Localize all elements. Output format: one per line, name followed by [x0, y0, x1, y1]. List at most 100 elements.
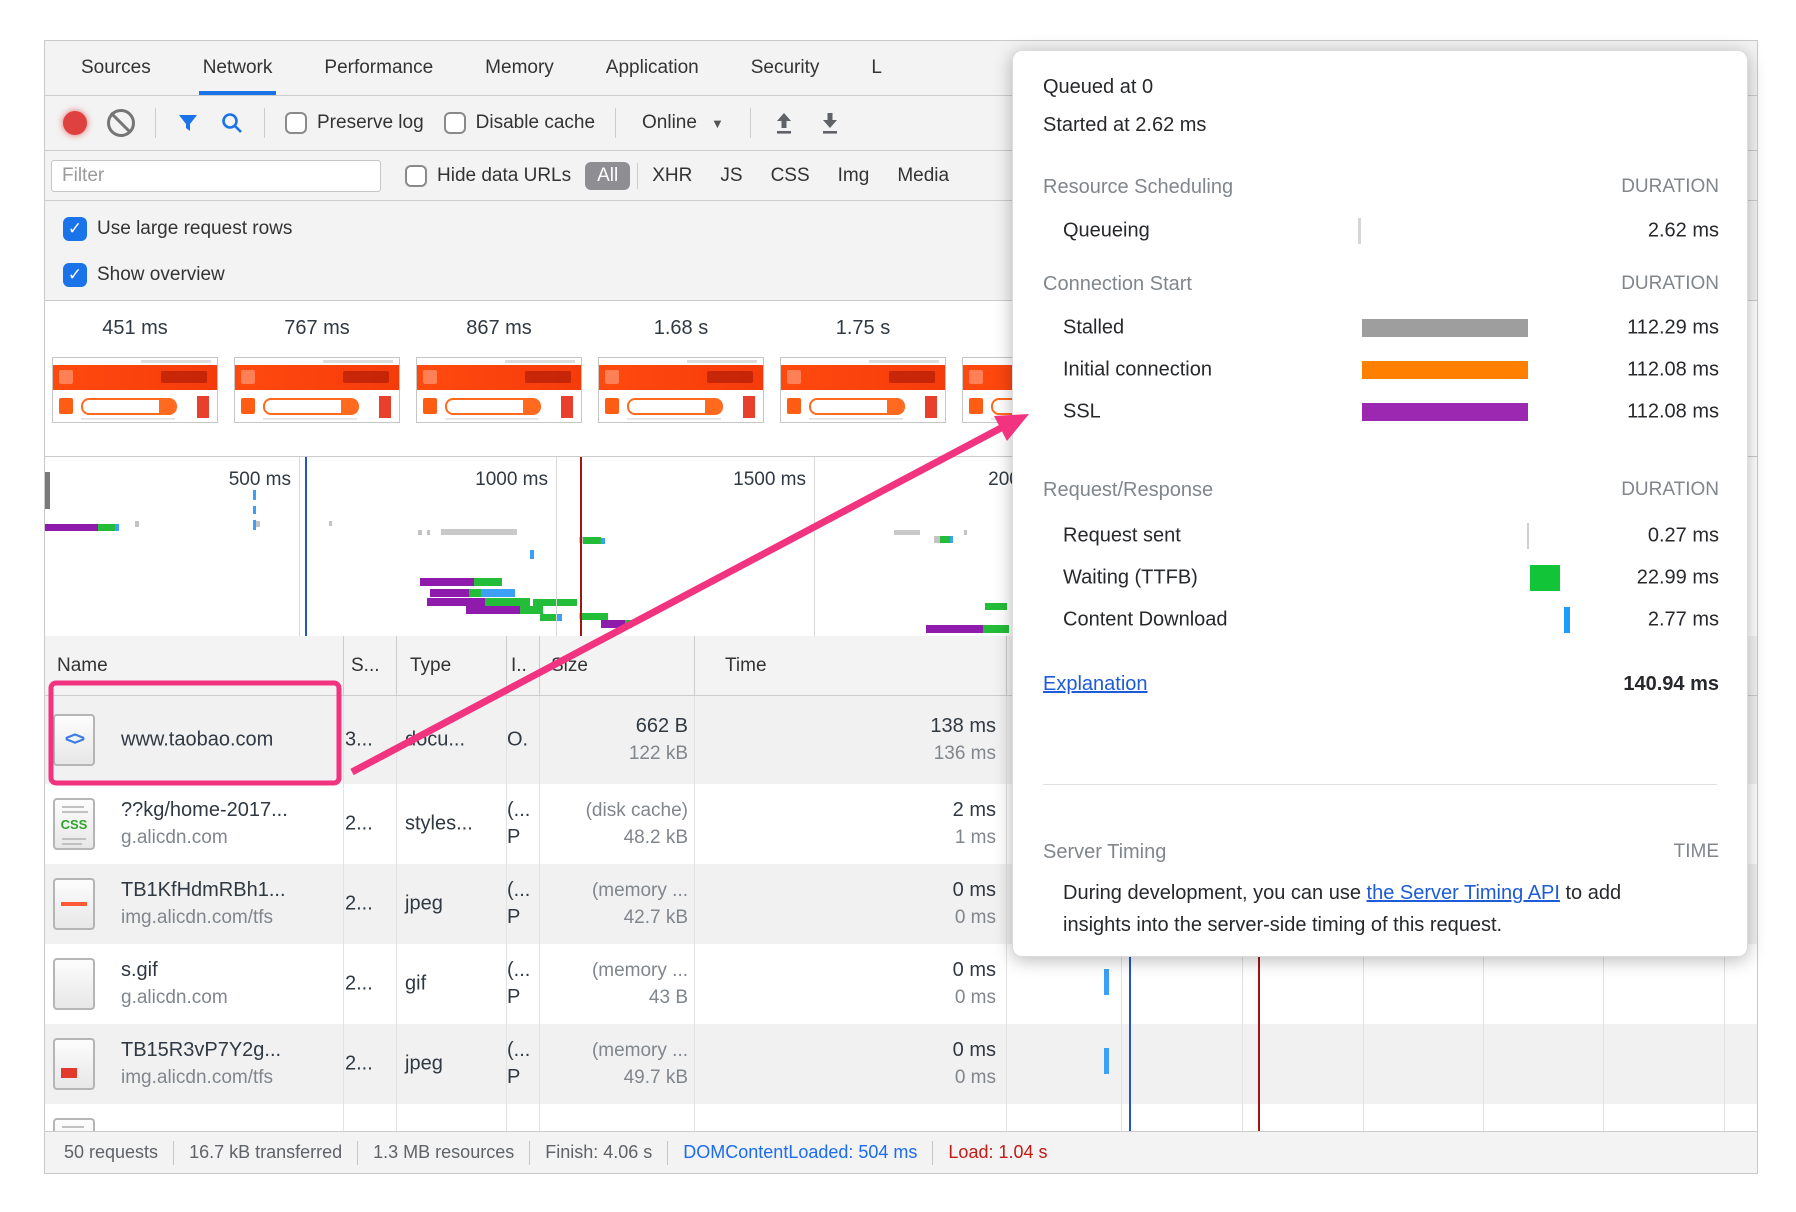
overview-waterfall-bar — [985, 603, 1007, 610]
tab-application[interactable]: Application — [602, 41, 703, 95]
hint-text: During development, you can use — [1063, 882, 1367, 904]
column-header-status[interactable]: S... — [351, 636, 380, 696]
server-timing-api-link[interactable]: the Server Timing API — [1367, 882, 1560, 904]
filter-pill-css[interactable]: CSS — [764, 162, 817, 190]
toolbar-divider — [749, 108, 751, 138]
timing-value: 112.08 ms — [1627, 400, 1719, 423]
clear-icon[interactable] — [107, 109, 135, 137]
overview-waterfall-bar — [45, 524, 98, 531]
resource-scheduling-section: Resource Scheduling DURATION — [1013, 176, 1747, 206]
request-time: 0 ms — [952, 879, 996, 901]
request-latency: 136 ms — [933, 743, 996, 764]
section-title: Server Timing — [1043, 841, 1167, 863]
section-title: Connection Start — [1043, 273, 1192, 295]
record-button[interactable] — [63, 111, 87, 135]
filmstrip-thumbnail[interactable] — [52, 357, 218, 423]
show-overview-checkbox[interactable]: Show overview — [63, 263, 225, 287]
tab-memory[interactable]: Memory — [481, 41, 558, 95]
tab-performance[interactable]: Performance — [320, 41, 437, 95]
stylesheet-icon — [53, 798, 95, 850]
checkbox-checked-icon — [63, 263, 87, 287]
overview-waterfall-bar — [135, 521, 139, 527]
overview-waterfall-bar — [253, 506, 256, 514]
overview-waterfall-bar — [418, 530, 422, 535]
totals-row: Explanation 140.94 ms — [1013, 673, 1747, 703]
request-size-uncompressed: 49.7 kB — [623, 1067, 688, 1088]
request-name: ??kg/home-2017... — [121, 799, 288, 821]
throttling-value: Online — [642, 112, 697, 133]
overview-waterfall-bar — [950, 536, 953, 543]
import-har-icon[interactable] — [771, 110, 797, 136]
column-header-initiator[interactable]: I.. — [511, 636, 527, 696]
request-domain: img.alicdn.com/tfs — [121, 907, 274, 928]
filmstrip-frame: 867 ms — [416, 317, 582, 456]
column-divider — [1006, 636, 1007, 695]
tab-sources[interactable]: Sources — [77, 41, 155, 95]
filmstrip-thumbnail[interactable] — [780, 357, 946, 423]
request-status: 3... — [345, 728, 373, 751]
column-header-size[interactable]: Size — [551, 636, 588, 696]
overview-waterfall-bar — [115, 524, 119, 531]
filter-pill-all[interactable]: All — [585, 161, 631, 190]
overview-waterfall-bar — [253, 490, 256, 500]
toolbar-divider — [155, 108, 156, 138]
filter-pill-js[interactable]: JS — [713, 162, 749, 190]
timing-bar-request-sent — [1527, 523, 1529, 549]
column-header-time[interactable]: Time — [725, 636, 767, 696]
column-header-type[interactable]: Type — [410, 636, 451, 696]
overview-waterfall-bar — [582, 613, 608, 620]
filmstrip-thumbnail[interactable] — [598, 357, 764, 423]
request-size-uncompressed: 43 B — [648, 987, 688, 1008]
overview-waterfall-bar — [485, 598, 530, 606]
timing-label: Request sent — [1063, 524, 1181, 547]
timing-bar-content-download — [1564, 607, 1570, 633]
overview-waterfall-bar — [256, 521, 260, 527]
request-size: 662 B — [635, 715, 688, 737]
export-har-icon[interactable] — [817, 110, 843, 136]
request-name: TB15R3vP7Y2g... — [121, 1039, 282, 1061]
document-code-icon — [53, 714, 95, 766]
throttling-dropdown[interactable]: Online ▼ — [636, 112, 730, 134]
request-name: 22kissy/k/6.2.4/s... — [121, 1131, 286, 1132]
preserve-log-checkbox[interactable]: Preserve log — [285, 112, 424, 134]
search-icon[interactable] — [220, 111, 244, 135]
use-large-request-rows-checkbox[interactable]: Use large request rows — [63, 217, 292, 241]
filter-pill-img[interactable]: Img — [831, 162, 877, 190]
filter-pill-xhr[interactable]: XHR — [645, 162, 699, 190]
waterfall-bar — [1104, 1048, 1109, 1074]
request-size-uncompressed: 42.7 kB — [623, 907, 688, 928]
filter-input[interactable] — [51, 159, 381, 192]
table-row-tb15r3[interactable]: TB15R3vP7Y2g... img.alicdn.com/tfs 2... j… — [45, 1024, 1757, 1104]
tab-security[interactable]: Security — [747, 41, 824, 95]
overview-gridline — [814, 457, 815, 636]
timing-bar-queueing — [1358, 218, 1361, 244]
tab-partial[interactable]: L — [867, 41, 886, 95]
filter-icon[interactable] — [176, 111, 200, 135]
tab-network[interactable]: Network — [198, 41, 277, 95]
filmstrip-thumbnail[interactable] — [416, 357, 582, 423]
overview-scroll-grip[interactable] — [45, 472, 50, 509]
explanation-link[interactable]: Explanation — [1043, 673, 1148, 696]
disable-cache-checkbox[interactable]: Disable cache — [443, 112, 595, 134]
request-size: (memory ... — [591, 960, 688, 981]
overview-waterfall-bar — [469, 589, 481, 597]
column-header-name[interactable]: Name — [57, 636, 108, 696]
queued-at-text: Queued at 0 — [1043, 76, 1154, 98]
column-divider — [694, 636, 695, 695]
overview-waterfall-bar — [940, 536, 950, 543]
timing-label: Queueing — [1063, 219, 1150, 242]
overview-waterfall-bar — [98, 524, 115, 531]
devtools-window: Sources Network Performance Memory Appli… — [0, 0, 1796, 1212]
filter-pill-media[interactable]: Media — [890, 162, 956, 190]
request-latency: 0 ms — [954, 987, 996, 1008]
pill-divider — [637, 162, 639, 189]
preserve-log-label: Preserve log — [317, 112, 424, 133]
request-type: styles... — [405, 812, 473, 835]
checkbox-unchecked-icon — [405, 164, 427, 187]
table-row-kissy[interactable]: 22kissy/k/6.2.4/s... (... (memory ... 0 … — [45, 1104, 1757, 1131]
filmstrip-thumbnail[interactable] — [234, 357, 400, 423]
request-latency: 0 ms — [954, 907, 996, 928]
column-divider — [539, 636, 540, 695]
hide-data-urls-checkbox[interactable]: Hide data URLs — [405, 164, 571, 187]
request-time: 0 ms — [952, 1039, 996, 1061]
